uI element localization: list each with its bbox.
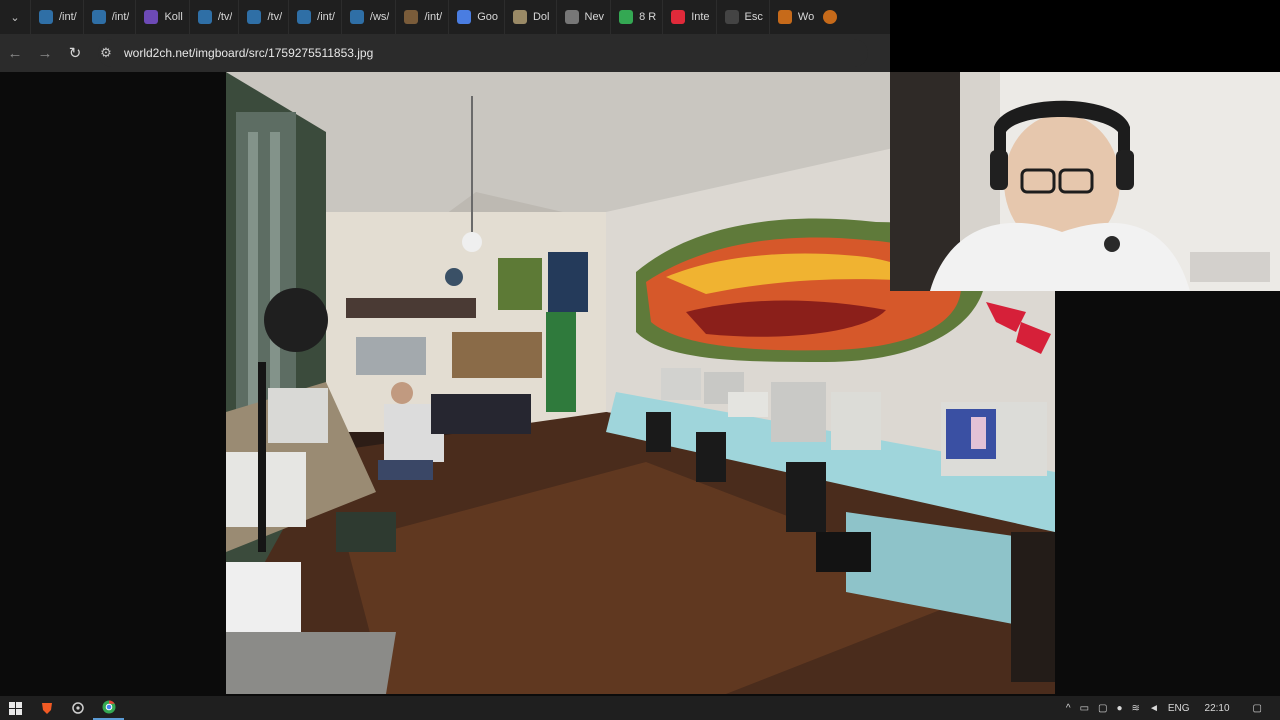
tab-label: Inte [691,11,710,23]
url-omnibox[interactable]: ⚙ world2ch.net/imgboard/src/175927551185… [98,39,868,67]
browser-tab[interactable]: Inte [662,0,715,34]
taskbar: ^ ▭ ▢ ● ≋ ◄ ENG 22:10 ▢ [0,696,1280,720]
tab-label: Goo [477,11,498,23]
tab-overflow-icon[interactable] [820,0,840,34]
tab-label: Koll [164,11,183,23]
volume-icon[interactable]: ◄ [1149,703,1159,714]
browser-tab[interactable]: /int/ [395,0,448,34]
microphone-icon[interactable]: ● [1117,703,1123,714]
browser-tab[interactable]: /int/ [82,0,136,34]
brave-icon [41,703,52,714]
e-icon [724,10,739,24]
coin-icon [512,10,527,24]
browser-tab[interactable]: Esc [715,0,769,34]
tab-strip: ⌄ /int/ /int/Koll/tv/ /tv/ /int/ /ws/ /int/Go… [0,0,890,34]
url-text[interactable]: world2ch.net/imgboard/src/1759275511853.… [124,46,373,60]
4chan-icon [91,10,106,24]
tab-label: /int/ [111,11,130,23]
browser-tab[interactable]: Nev [555,0,611,34]
language-indicator[interactable]: ENG [1168,703,1190,714]
tray-overflow-chevron-icon[interactable]: ^ [1066,703,1071,714]
tab-label: /tv/ [267,11,283,23]
browser-tab[interactable]: Goo [448,0,504,34]
tab-search-chevron-icon[interactable]: ⌄ [0,0,30,34]
webcam-overlay [890,72,1280,291]
reload-icon: ↻ [68,45,82,62]
tab-label: Dol [532,11,550,23]
storage-icon[interactable]: ▢ [1098,703,1107,714]
browser-tab[interactable]: /int/ [288,0,341,34]
browser-tab[interactable]: Dol [503,0,556,34]
globe-icon [564,10,579,24]
system-tray: ^ ▭ ▢ ● ≋ ◄ ENG 22:10 ▢ [1066,703,1280,714]
gear-icon [71,702,84,714]
google-translate-icon [457,10,472,24]
avatar-icon [404,10,419,24]
tab-label: Nev [584,11,605,23]
start-button[interactable] [0,696,31,720]
browser-tab[interactable]: Wo [768,0,820,34]
browser-tab[interactable]: /int/ [30,0,83,34]
forward-arrow-icon: → [37,44,53,62]
reload-button[interactable]: ↻ [60,34,90,72]
k-icon [144,10,159,24]
4chan-icon [349,10,364,24]
system-app-button[interactable] [62,696,93,720]
address-bar: ← → ↻ ⚙ world2ch.net/imgboard/src/175927… [0,34,890,72]
browser-tab[interactable]: /tv/ [188,0,239,34]
battery-icon[interactable]: ▭ [1080,703,1089,714]
tab-label: /ws/ [369,11,390,23]
browser-tab[interactable]: Koll [135,0,188,34]
notification-icon[interactable]: ▢ [1253,703,1262,714]
q-icon [671,10,686,24]
browser-tab[interactable]: /tv/ [238,0,288,34]
browser-tab[interactable]: /ws/ [340,0,396,34]
tab-label: Esc [744,11,763,23]
back-button[interactable]: ← [0,34,30,72]
map-pin-icon [619,10,634,24]
tab-label: /tv/ [217,11,233,23]
ball-icon [777,10,792,24]
forward-button[interactable]: → [30,34,60,72]
4chan-icon [197,10,212,24]
clock[interactable]: 22:10 [1205,703,1230,714]
wifi-icon[interactable]: ≋ [1132,703,1140,714]
tab-label: /int/ [424,11,443,23]
brave-app-button[interactable] [31,696,62,720]
page-content [0,72,1280,696]
chrome-app-button[interactable] [93,696,124,720]
4chan-icon [247,10,262,24]
back-arrow-icon: ← [7,44,23,62]
tab-label: /int/ [317,11,335,23]
site-info-icon[interactable]: ⚙ [98,45,114,61]
4chan-icon [39,10,53,24]
tab-label: 8 R [639,11,657,23]
4chan-icon [297,10,312,24]
browser-tab[interactable]: 8 R [610,0,662,34]
tab-label: Wo [797,11,815,23]
tab-label: /int/ [59,11,77,23]
chrome-icon [102,700,115,714]
windows-logo-icon [9,701,22,715]
